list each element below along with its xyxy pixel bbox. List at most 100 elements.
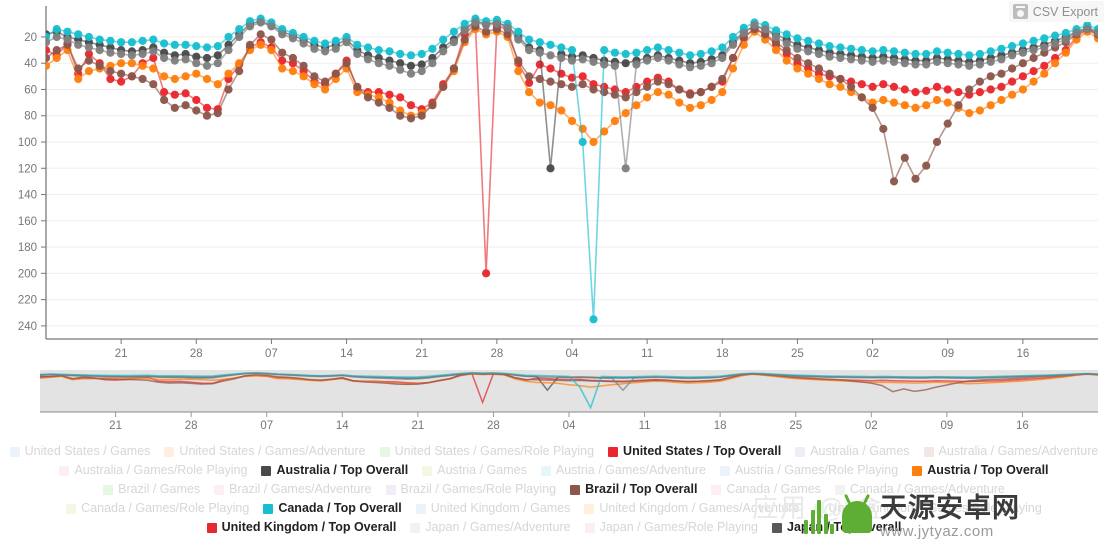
legend-label: United States / Games/Role Playing: [394, 444, 595, 458]
legend-label: Austria / Games: [437, 463, 527, 477]
legend-item[interactable]: United States / Games: [9, 442, 150, 461]
csv-export-button[interactable]: CSV Export: [1008, 1, 1104, 22]
svg-text:120: 120: [18, 163, 37, 175]
legend-swatch: [422, 465, 433, 476]
svg-text:200: 200: [18, 268, 37, 280]
legend-item[interactable]: Brazil / Top Overall: [570, 480, 697, 499]
legend-item[interactable]: Canada / Games/Role Playing: [66, 499, 249, 518]
legend-item[interactable]: Australia / Top Overall: [261, 461, 408, 480]
svg-text:28: 28: [190, 348, 203, 360]
legend-item[interactable]: United States / Games/Adventure: [164, 442, 366, 461]
legend-item[interactable]: Austria / Games/Adventure: [540, 461, 706, 480]
legend-item[interactable]: Japan / Top Overall: [772, 518, 901, 537]
svg-text:21: 21: [109, 420, 122, 432]
svg-text:09: 09: [941, 348, 954, 360]
legend-label: United Kingdom / Games/Adventure: [599, 501, 800, 515]
legend-swatch: [214, 484, 225, 495]
legend-item[interactable]: Japan / Games/Adventure: [410, 518, 571, 537]
legend-swatch: [410, 522, 421, 533]
legend-item[interactable]: Japan / Games/Role Playing: [584, 518, 758, 537]
legend-item[interactable]: Austria / Games: [422, 461, 527, 480]
legend-swatch: [834, 484, 845, 495]
legend-label: United States / Top Overall: [623, 444, 782, 458]
main-chart[interactable]: 20 40 60 80 100 120 140 160 180 200 220 240 21 28 07 14…: [0, 0, 1108, 365]
legend-item[interactable]: Brazil / Games/Adventure: [214, 480, 372, 499]
legend-item[interactable]: Brazil / Games: [103, 480, 200, 499]
svg-text:28: 28: [487, 420, 500, 432]
csv-export-label: CSV Export: [1032, 4, 1098, 19]
legend-label: Australia / Games/Role Playing: [74, 463, 248, 477]
svg-text:80: 80: [24, 111, 37, 123]
range-navigator-svg[interactable]: 21 28 07 14 21 28 04 11 18 25 02 09 16: [0, 362, 1108, 440]
legend-label: Canada / Top Overall: [278, 501, 402, 515]
legend-swatch: [9, 446, 20, 457]
svg-text:25: 25: [791, 348, 804, 360]
legend-label: Austria / Games/Adventure: [555, 463, 706, 477]
legend-label: Canada / Games/Adventure: [849, 482, 1005, 496]
legend-item[interactable]: United Kingdom / Top Overall: [206, 518, 397, 537]
legend-label: Brazil / Games/Adventure: [229, 482, 372, 496]
legend-label: United States / Games/Adventure: [179, 444, 366, 458]
legend-swatch: [66, 503, 77, 514]
svg-text:18: 18: [714, 420, 727, 432]
legend-item[interactable]: United Kingdom / Games: [415, 499, 570, 518]
legend-label: Australia / Top Overall: [276, 463, 409, 477]
legend-label: Japan / Top Overall: [787, 520, 902, 534]
legend-label: Brazil / Games: [118, 482, 201, 496]
legend-swatch: [59, 465, 70, 476]
legend-label: Brazil / Games/Role Playing: [400, 482, 557, 496]
legend-swatch: [263, 503, 274, 514]
legend-item[interactable]: Australia / Games/Adventure: [923, 442, 1099, 461]
svg-text:02: 02: [865, 420, 878, 432]
legend-item[interactable]: United States / Games/Role Playing: [379, 442, 595, 461]
legend-swatch: [584, 522, 595, 533]
legend-item[interactable]: United States / Top Overall: [608, 442, 781, 461]
legend-swatch: [795, 446, 806, 457]
svg-text:220: 220: [18, 295, 37, 307]
range-navigator[interactable]: 21 28 07 14 21 28 04 11 18 25 02 09 16: [0, 362, 1108, 440]
legend-label: Australia / Games/Adventure: [938, 444, 1099, 458]
svg-text:21: 21: [415, 348, 428, 360]
legend-swatch: [206, 522, 217, 533]
legend-item[interactable]: Austria / Top Overall: [912, 461, 1049, 480]
svg-text:160: 160: [18, 216, 37, 228]
legend-swatch: [261, 465, 272, 476]
legend-label: Austria / Top Overall: [927, 463, 1049, 477]
legend-label: Canada / Games/Role Playing: [81, 501, 250, 515]
svg-text:100: 100: [18, 137, 37, 149]
svg-text:09: 09: [940, 420, 953, 432]
svg-text:21: 21: [411, 420, 424, 432]
legend-item[interactable]: Austria / Games/Role Playing: [719, 461, 899, 480]
svg-text:180: 180: [18, 242, 37, 254]
legend-label: Brazil / Top Overall: [585, 482, 698, 496]
legend-item[interactable]: Brazil / Games/Role Playing: [385, 480, 557, 499]
legend-label: United Kingdom / Games/Role Playing: [828, 501, 1042, 515]
svg-text:140: 140: [18, 190, 37, 202]
camera-save-icon: [1012, 4, 1028, 19]
svg-text:60: 60: [24, 84, 37, 96]
svg-text:11: 11: [639, 420, 651, 432]
legend-label: Australia / Games: [810, 444, 910, 458]
legend-label: Austria / Games/Role Playing: [734, 463, 899, 477]
legend-swatch: [540, 465, 551, 476]
svg-text:07: 07: [260, 420, 273, 432]
legend-item[interactable]: Canada / Games: [711, 480, 821, 499]
legend-item[interactable]: United Kingdom / Games/Role Playing: [813, 499, 1042, 518]
legend-label: United Kingdom / Top Overall: [221, 520, 397, 534]
legend-item[interactable]: Canada / Top Overall: [263, 499, 402, 518]
legend-item[interactable]: United Kingdom / Games/Adventure: [584, 499, 800, 518]
svg-text:20: 20: [24, 32, 37, 44]
main-chart-svg: 20 40 60 80 100 120 140 160 180 200 220 240 21 28 07 14…: [18, 6, 1098, 360]
legend-label: Canada / Games: [726, 482, 821, 496]
svg-text:18: 18: [716, 348, 729, 360]
legend-swatch: [570, 484, 581, 495]
legend-item[interactable]: Australia / Games/Role Playing: [59, 461, 247, 480]
svg-text:14: 14: [336, 420, 349, 432]
legend-item[interactable]: Canada / Games/Adventure: [834, 480, 1005, 499]
legend-item[interactable]: Australia / Games: [795, 442, 910, 461]
svg-text:14: 14: [340, 348, 353, 360]
chart-legend[interactable]: United States / Games United States / Gam…: [0, 440, 1108, 553]
legend-swatch: [813, 503, 824, 514]
legend-swatch: [923, 446, 934, 457]
svg-text:28: 28: [490, 348, 503, 360]
